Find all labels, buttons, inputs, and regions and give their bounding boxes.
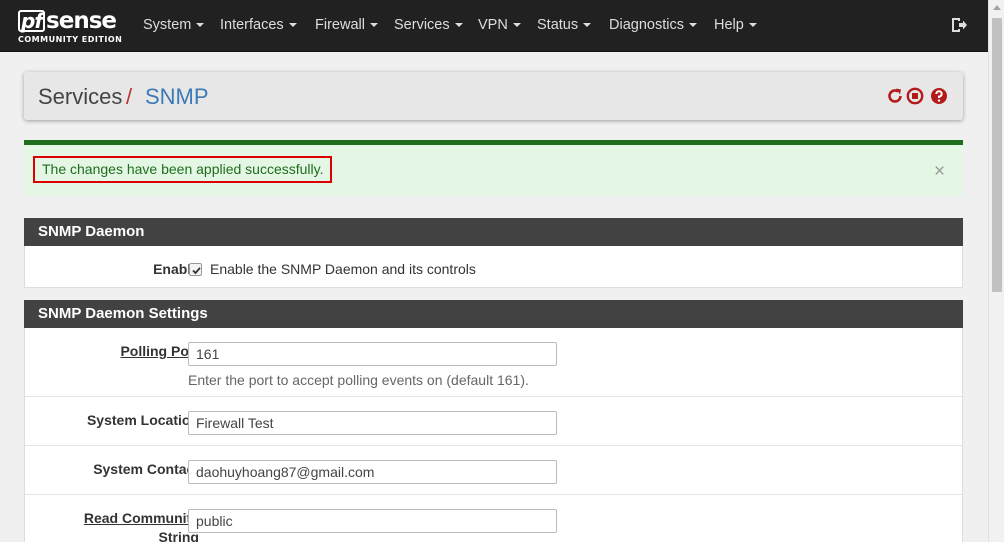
nav-menu-label: VPN	[478, 17, 508, 33]
scroll-thumb[interactable]	[992, 18, 1002, 292]
close-icon[interactable]: ×	[934, 162, 945, 182]
logo-mark: pf	[18, 10, 46, 32]
nav-menu-diagnostics[interactable]: Diagnostics	[609, 17, 697, 33]
settings-panel-title: SNMP Daemon Settings	[24, 300, 963, 328]
row-divider	[25, 445, 962, 446]
nav-menu-firewall[interactable]: Firewall	[315, 17, 378, 33]
nav-menu-help[interactable]: Help	[714, 17, 757, 33]
nav-menu-label: System	[143, 17, 192, 33]
snmp-daemon-panel-title: SNMP Daemon	[24, 218, 963, 246]
edition-label: COMMUNITY EDITION	[18, 35, 123, 44]
breadcrumb-section: Services	[38, 84, 123, 109]
caret-down-icon	[688, 23, 697, 28]
nav-menu-label: Services	[394, 17, 450, 33]
success-alert: The changes have been applied successful…	[24, 140, 963, 196]
logout-icon[interactable]	[950, 16, 968, 34]
caret-down-icon	[512, 23, 521, 28]
scroll-up-arrow-icon[interactable]	[993, 5, 1001, 10]
caret-down-icon	[454, 23, 463, 28]
system-location-label: System Location	[86, 412, 199, 428]
row-divider	[25, 396, 962, 397]
read-community-input[interactable]: public	[188, 509, 557, 533]
breadcrumb-page-link[interactable]: SNMP	[145, 84, 209, 110]
nav-menu-interfaces[interactable]: Interfaces	[220, 17, 297, 33]
enable-checkbox[interactable]	[189, 263, 202, 276]
row-divider	[25, 494, 962, 495]
logo-text: sense	[46, 8, 117, 34]
help-icon[interactable]	[930, 87, 948, 105]
pfsense-logo[interactable]: pf sense COMMUNITY EDITION	[18, 8, 126, 48]
system-contact-input[interactable]: daohuyhoang87@gmail.com	[188, 460, 557, 484]
nav-menu-label: Diagnostics	[609, 17, 684, 33]
nav-menu-label: Interfaces	[220, 17, 284, 33]
nav-menu-label: Help	[714, 17, 744, 33]
caret-down-icon	[196, 23, 205, 28]
page-scrollbar[interactable]	[988, 0, 1004, 542]
polling-port-help: Enter the port to accept polling events …	[188, 372, 529, 388]
caret-down-icon	[288, 23, 297, 28]
restart-icon[interactable]	[886, 87, 904, 105]
polling-port-input[interactable]: 161	[188, 342, 557, 366]
breadcrumb: Services / SNMP	[24, 72, 963, 120]
nav-menu-vpn[interactable]: VPN	[478, 17, 521, 33]
breadcrumb-separator: /	[126, 84, 133, 109]
stop-icon[interactable]	[906, 87, 924, 105]
nav-menu-status[interactable]: Status	[537, 17, 592, 33]
checkmark-icon	[192, 267, 201, 275]
system-location-input[interactable]: Firewall Test	[188, 411, 557, 435]
caret-down-icon	[369, 23, 378, 28]
enable-checkbox-label[interactable]: Enable the SNMP Daemon and its controls	[210, 261, 476, 277]
nav-menu-label: Status	[537, 17, 579, 33]
caret-down-icon	[583, 23, 592, 28]
read-community-label[interactable]: Read Community	[84, 510, 199, 526]
nav-menu-services[interactable]: Services	[394, 17, 463, 33]
system-contact-label: System Contact	[93, 461, 199, 477]
nav-menu-label: Firewall	[315, 17, 365, 33]
alert-message: The changes have been applied successful…	[33, 156, 333, 183]
nav-menu-system[interactable]: System	[143, 17, 205, 33]
top-navbar: pf sense COMMUNITY EDITION System Interfa…	[0, 0, 988, 52]
caret-down-icon	[748, 23, 757, 28]
